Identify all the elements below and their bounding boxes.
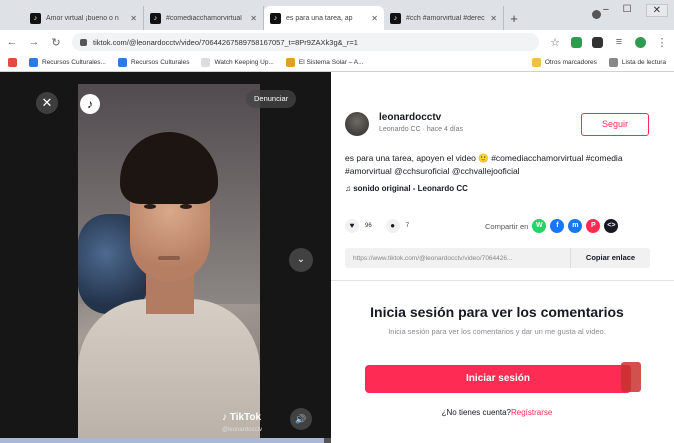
shield-icon[interactable] <box>635 36 646 48</box>
copy-link-button[interactable]: Copiar enlace <box>570 248 650 268</box>
video-description: es para una tarea, apoyen el video 🙂 #co… <box>345 153 623 176</box>
folder-icon <box>531 58 541 67</box>
embed-icon[interactable]: <> <box>604 219 619 233</box>
back-icon[interactable]: ← <box>6 36 18 48</box>
video-progress[interactable] <box>0 438 331 443</box>
tab-title: es para una tarea, ap <box>286 14 353 22</box>
signup-prompt: ¿No tienes cuenta? <box>441 408 511 417</box>
minimize-icon[interactable]: – <box>603 4 609 17</box>
bookmark-icon <box>29 58 38 67</box>
address-bar[interactable]: tiktok.com/@leonardocctv/video/706442675… <box>72 33 539 51</box>
maximize-icon[interactable]: ☐ <box>623 4 632 17</box>
video-link[interactable]: https://www.tiktok.com/@leonardocctv/vid… <box>353 255 570 262</box>
tiktok-favicon-icon: ♪ <box>30 12 41 24</box>
bookmark-label: Otros marcadores <box>544 59 597 66</box>
bookmark-icon <box>285 58 295 67</box>
stats-row: ♥ 96 ● 7 <box>345 219 409 233</box>
address-url: tiktok.com/@leonardocctv/video/706442675… <box>93 37 358 47</box>
signup-link[interactable]: Regístrarse <box>511 408 552 417</box>
login-title: Inicia sesión para ver los comentarios <box>370 304 624 320</box>
star-icon[interactable]: ☆ <box>549 36 561 49</box>
browser-tab-active[interactable]: ♪ es para una tarea, ap ✕ <box>264 6 384 30</box>
close-window-icon[interactable]: ✕ <box>645 4 668 17</box>
browser-tab[interactable]: ♪ #comediacchamorvirtual ✕ <box>144 6 264 30</box>
comment-count: 7 <box>405 223 410 229</box>
video-player[interactable] <box>78 84 260 443</box>
whatsapp-icon[interactable]: W <box>532 219 547 233</box>
bookmark-item[interactable]: Watch Keeping Up... <box>201 58 274 67</box>
messenger-icon[interactable]: m <box>568 219 583 233</box>
tab-title: Amor virtual ¡bueno o n <box>46 14 119 22</box>
pinterest-icon[interactable]: P <box>586 219 601 233</box>
browser-tab-bar: ♪ Amor virtual ¡bueno o n ✕ ♪ #comediacc… <box>0 0 674 30</box>
login-subtitle: Inicia sesión para ver los comentarios y… <box>388 327 606 336</box>
bookmarks-bar: Recursos Culturales... Recursos Cultural… <box>0 54 674 72</box>
bookmark-label: Lista de lectura <box>621 59 666 66</box>
bookmark-icon <box>201 58 211 67</box>
video-progress-fill <box>0 438 325 443</box>
side-decoration <box>621 362 641 392</box>
tiktok-watermark: ♪ TikTok <box>222 412 262 423</box>
other-bookmarks[interactable]: Otros marcadores <box>531 58 597 67</box>
bookmark-item[interactable]: El Sistema Solar – A... <box>285 58 364 67</box>
author-subline: Leonardo CC · hace 4 días <box>379 126 464 133</box>
video-pane: ✕ ♪ Denunciar ⌄ ♪ TikTok @leonardocctv 🔊 <box>0 72 331 443</box>
bookmark-label: Watch Keeping Up... <box>214 59 274 66</box>
heart-icon[interactable]: ♥ <box>345 219 359 233</box>
browser-tab[interactable]: ♪ Amor virtual ¡bueno o n ✕ <box>24 6 144 30</box>
browser-toolbar: ← → ↻ tiktok.com/@leonardocctv/video/706… <box>0 30 674 54</box>
close-tab-icon[interactable]: ✕ <box>371 14 378 23</box>
puzzle-icon[interactable] <box>592 36 603 48</box>
tiktok-favicon-icon: ♪ <box>270 12 281 24</box>
tab-search-icon[interactable] <box>592 10 601 19</box>
follow-button[interactable]: Seguir <box>581 113 649 136</box>
bookmark-item[interactable]: Recursos Culturales... <box>29 58 106 67</box>
facebook-icon[interactable]: f <box>550 219 565 233</box>
tiktok-logo-icon[interactable]: ♪ <box>80 94 100 114</box>
divider <box>331 280 674 281</box>
bookmark-label: Recursos Culturales <box>130 59 190 66</box>
close-tab-icon[interactable]: ✕ <box>130 14 137 23</box>
close-tab-icon[interactable]: ✕ <box>250 14 257 23</box>
tab-title: #comediacchamorvirtual <box>166 14 242 22</box>
lock-icon <box>80 38 87 46</box>
menu-icon[interactable]: ⋮ <box>656 36 668 49</box>
username[interactable]: leonardocctv <box>379 112 441 123</box>
list-icon <box>608 58 618 67</box>
volume-icon[interactable]: 🔊 <box>290 408 312 430</box>
like-count: 96 <box>365 223 372 229</box>
share-row: Compartir en W f m P <> <box>485 219 619 233</box>
reload-icon[interactable]: ↻ <box>50 36 62 49</box>
sound-link[interactable]: ♫ sonido original - Leonardo CC <box>345 184 468 193</box>
info-panel: leonardocctv Leonardo CC · hace 4 días S… <box>331 72 674 443</box>
apps-icon[interactable] <box>8 58 17 67</box>
bookmark-item[interactable]: Recursos Culturales <box>117 58 190 67</box>
signup-line: ¿No tienes cuenta?Regístrarse <box>331 408 663 417</box>
window-controls: – ☐ ✕ <box>603 4 668 17</box>
share-label: Compartir en <box>485 221 529 231</box>
reading-list[interactable]: Lista de lectura <box>608 58 666 67</box>
bookmark-icon <box>117 58 127 67</box>
tiktok-favicon-icon: ♪ <box>390 12 401 24</box>
close-video-button[interactable]: ✕ <box>36 92 58 114</box>
watermark-user: @leonardocctv <box>222 427 263 433</box>
tiktok-favicon-icon: ♪ <box>150 12 161 24</box>
avatar[interactable] <box>345 112 369 136</box>
browser-tab[interactable]: ♪ #cch #amorvirtual #derec ✕ <box>384 6 504 30</box>
bookmark-label: El Sistema Solar – A... <box>298 59 364 66</box>
new-tab-button[interactable]: + <box>504 6 524 30</box>
tab-title: #cch #amorvirtual #derec <box>406 14 485 22</box>
close-tab-icon[interactable]: ✕ <box>490 14 497 23</box>
extension-icon[interactable] <box>571 36 582 48</box>
reading-list-icon[interactable]: ≡ <box>613 36 625 48</box>
tiktok-page: ✕ ♪ Denunciar ⌄ ♪ TikTok @leonardocctv 🔊… <box>0 72 674 443</box>
report-button[interactable]: Denunciar <box>246 90 297 108</box>
chevron-down-icon[interactable]: ⌄ <box>289 248 313 272</box>
login-button[interactable]: Iniciar sesión <box>365 365 631 393</box>
comment-icon[interactable]: ● <box>385 219 400 233</box>
bookmark-label: Recursos Culturales... <box>42 59 106 66</box>
forward-icon[interactable]: → <box>28 36 40 48</box>
video-link-box: https://www.tiktok.com/@leonardocctv/vid… <box>345 248 650 268</box>
